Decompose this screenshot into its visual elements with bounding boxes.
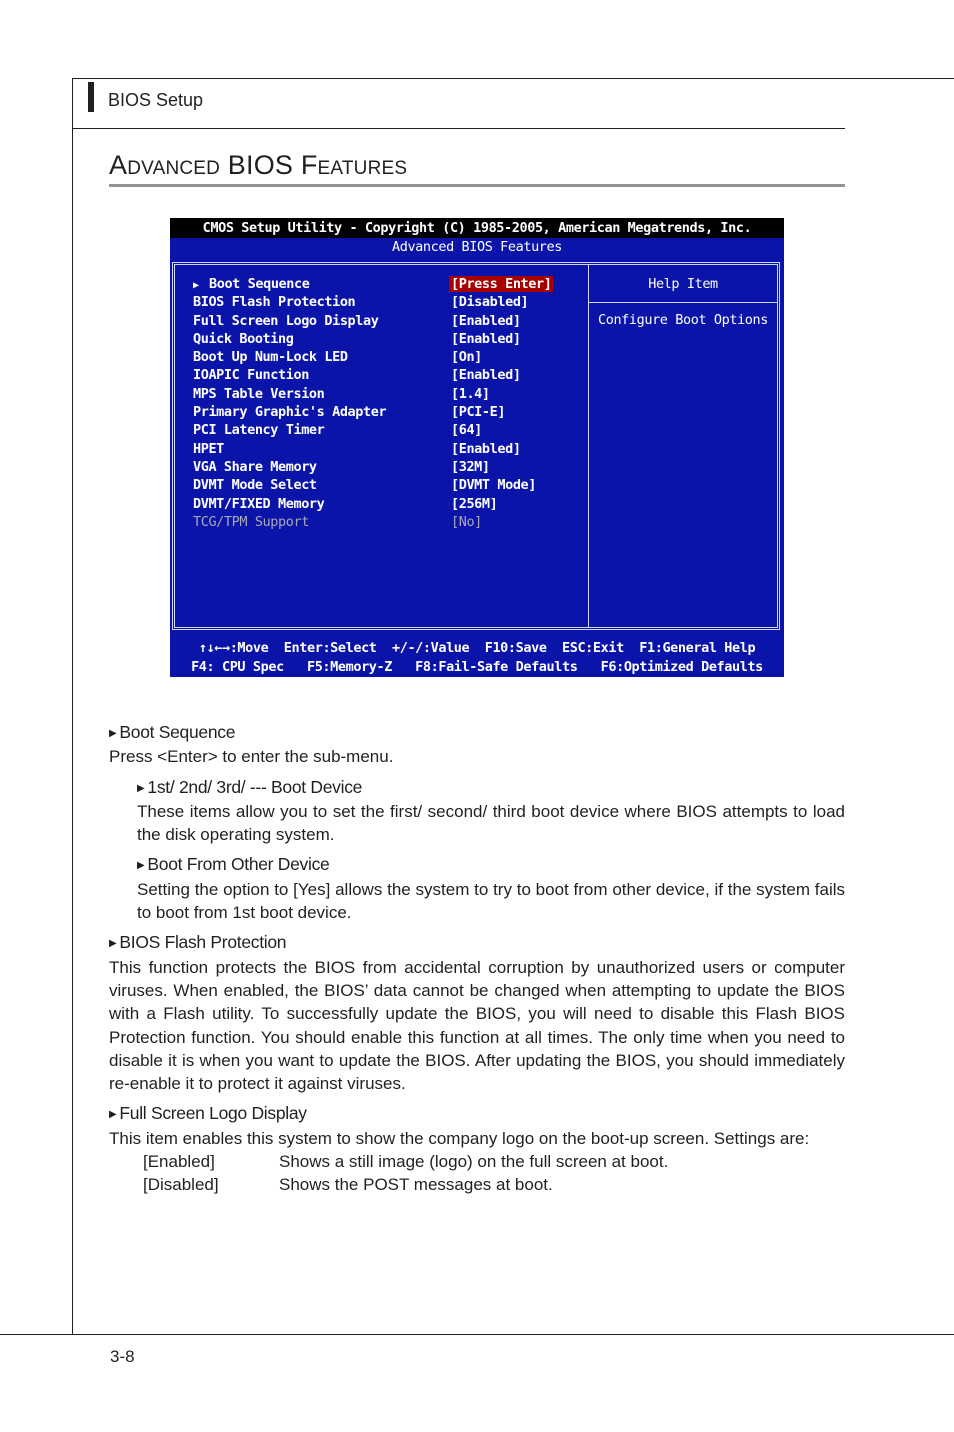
bios-item-value[interactable]: [1.4] — [449, 386, 492, 402]
bios-item-value[interactable]: [Press Enter] — [449, 276, 554, 292]
bios-item-value[interactable]: [Enabled] — [449, 331, 523, 347]
bios-item-value[interactable]: [On] — [449, 349, 484, 365]
bios-menu-item[interactable]: VGA Share Memory [32M] — [193, 459, 573, 477]
bios-item-label: PCI Latency Timer — [193, 422, 325, 439]
triangle-bullet-icon: ▶ — [109, 728, 117, 739]
bios-item-value[interactable]: [DVMT Mode] — [449, 477, 538, 493]
bios-menu-item[interactable]: PCI Latency Timer [64] — [193, 422, 573, 440]
heading-flash-protection: ▶ BIOS Flash Protection — [109, 932, 287, 953]
header-marker — [88, 82, 94, 112]
bios-menu-item[interactable]: Quick Booting [Enabled] — [193, 331, 573, 349]
bios-menu-item[interactable]: IOAPIC Function [Enabled] — [193, 367, 573, 385]
bios-menu-item[interactable]: HPET [Enabled] — [193, 441, 573, 459]
bios-copyright: CMOS Setup Utility - Copyright (C) 1985-… — [202, 220, 752, 236]
bios-item-label: VGA Share Memory — [193, 458, 317, 475]
bios-menu-item[interactable]: Full Screen Logo Display [Enabled] — [193, 313, 573, 331]
option-key: [Disabled] — [143, 1175, 219, 1195]
bios-item-value[interactable]: [256M] — [449, 496, 499, 512]
page-frame-left — [72, 78, 73, 1335]
bios-screenshot: CMOS Setup Utility - Copyright (C) 1985-… — [170, 218, 784, 677]
bios-item-label: Boot Up Num-Lock LED — [193, 349, 348, 366]
heading-boot-device: ▶ 1st/ 2nd/ 3rd/ --- Boot Device — [137, 776, 363, 797]
page-number: 3-8 — [110, 1347, 135, 1366]
bios-item-value[interactable]: [64] — [449, 422, 484, 438]
option-description: Shows the POST messages at boot. — [279, 1175, 553, 1195]
bios-menu-item[interactable]: ▶ Boot Sequence [Press Enter] — [193, 276, 573, 294]
paragraph-flash-protection: This function protects the BIOS from acc… — [109, 957, 845, 1094]
bios-menu-item[interactable]: Boot Up Num-Lock LED [On] — [193, 349, 573, 367]
bios-key-legend-2: F4: CPU Spec F5:Memory-Z F8:Fail-Safe De… — [191, 659, 763, 675]
heading-boot-sequence: ▶ Boot Sequence — [109, 722, 236, 742]
bios-item-label: Quick Booting — [193, 330, 294, 347]
title-underline — [109, 184, 845, 187]
triangle-bullet-icon: ▶ — [109, 938, 117, 950]
paragraph-boot-other-device: Setting the option to [Yes] allows the s… — [137, 879, 845, 923]
bios-menu-item[interactable]: BIOS Flash Protection [Disabled] — [193, 294, 573, 312]
bios-key-legend-1: ↑↓←→:Move Enter:Select +/-/:Value F10:Sa… — [198, 640, 756, 656]
heading-logo-display: ▶ Full Screen Logo Display — [109, 1103, 307, 1124]
submenu-arrow-icon: ▶ — [193, 280, 199, 291]
bios-item-label: IOAPIC Function — [193, 367, 309, 384]
page-frame-top — [72, 78, 954, 79]
option-description: Shows a still image (logo) on the full s… — [279, 1152, 669, 1172]
bios-menu-box: ▶ Boot Sequence [Press Enter] BIOS Flash Pr… — [172, 262, 780, 630]
paragraph-boot-sequence: Press <Enter> to enter the sub-menu. — [109, 747, 394, 767]
bios-item-label: Full Screen Logo Display — [193, 312, 379, 329]
heading-boot-other-device: ▶ Boot From Other Device — [137, 854, 330, 875]
paragraph-logo-display: This item enables this system to show th… — [109, 1128, 810, 1148]
triangle-bullet-icon: ▶ — [109, 1109, 117, 1121]
page-frame-bottom — [0, 1334, 954, 1335]
bios-top-bar: CMOS Setup Utility - Copyright (C) 1985-… — [170, 218, 784, 238]
bios-menu-item[interactable]: Primary Graphic's Adapter [PCI-E] — [193, 404, 573, 422]
triangle-bullet-icon: ▶ — [137, 860, 145, 872]
bios-item-value[interactable]: [Enabled] — [449, 313, 523, 329]
bios-item-label: BIOS Flash Protection — [193, 294, 356, 311]
help-divider — [589, 302, 777, 303]
bios-item-label: HPET — [193, 440, 224, 457]
bios-menu-item[interactable]: DVMT/FIXED Memory [256M] — [193, 496, 573, 514]
bios-item-label: DVMT Mode Select — [193, 477, 317, 494]
running-header: BIOS Setup — [108, 90, 204, 110]
bios-screen-title: Advanced BIOS Features — [391, 239, 562, 255]
bios-item-label: MPS Table Version — [193, 385, 325, 402]
bios-item-label: ▶ Boot Sequence — [193, 276, 310, 292]
document-body: ▶ Boot Sequence Press <Enter> to enter th… — [109, 714, 845, 1197]
bios-item-list: ▶ Boot Sequence [Press Enter] BIOS Flash Pr… — [193, 276, 573, 532]
bios-item-label: Primary Graphic's Adapter — [193, 404, 387, 421]
triangle-bullet-icon: ▶ — [137, 782, 145, 794]
bios-item-value[interactable]: [32M] — [449, 459, 492, 475]
help-item-text: Configure Boot Options — [597, 312, 768, 328]
page-title: Advanced BIOS Features — [109, 150, 408, 180]
option-disabled: [Disabled] Shows the POST messages at bo… — [143, 1173, 845, 1196]
paragraph-boot-device: These items allow you to set the first/ … — [137, 801, 845, 845]
bios-item-value[interactable]: [PCI-E] — [449, 404, 507, 420]
bios-item-label: TCG/TPM Support — [193, 513, 309, 530]
bios-item-value[interactable]: [Enabled] — [449, 367, 523, 383]
header-divider — [72, 128, 845, 129]
option-enabled: [Enabled] Shows a still image (logo) on … — [143, 1150, 845, 1173]
bios-menu-item[interactable]: DVMT Mode Select [DVMT Mode] — [193, 477, 573, 495]
bios-item-value[interactable]: [Disabled] — [449, 294, 530, 310]
option-key: [Enabled] — [143, 1152, 215, 1172]
help-item-title: Help Item — [648, 276, 718, 292]
bios-item-value[interactable]: [Enabled] — [449, 441, 523, 457]
bios-menu-item: TCG/TPM Support [No] — [193, 514, 573, 532]
bios-menu-item[interactable]: MPS Table Version [1.4] — [193, 386, 573, 404]
bios-item-value: [No] — [451, 513, 482, 530]
bios-item-label: DVMT/FIXED Memory — [193, 495, 325, 512]
